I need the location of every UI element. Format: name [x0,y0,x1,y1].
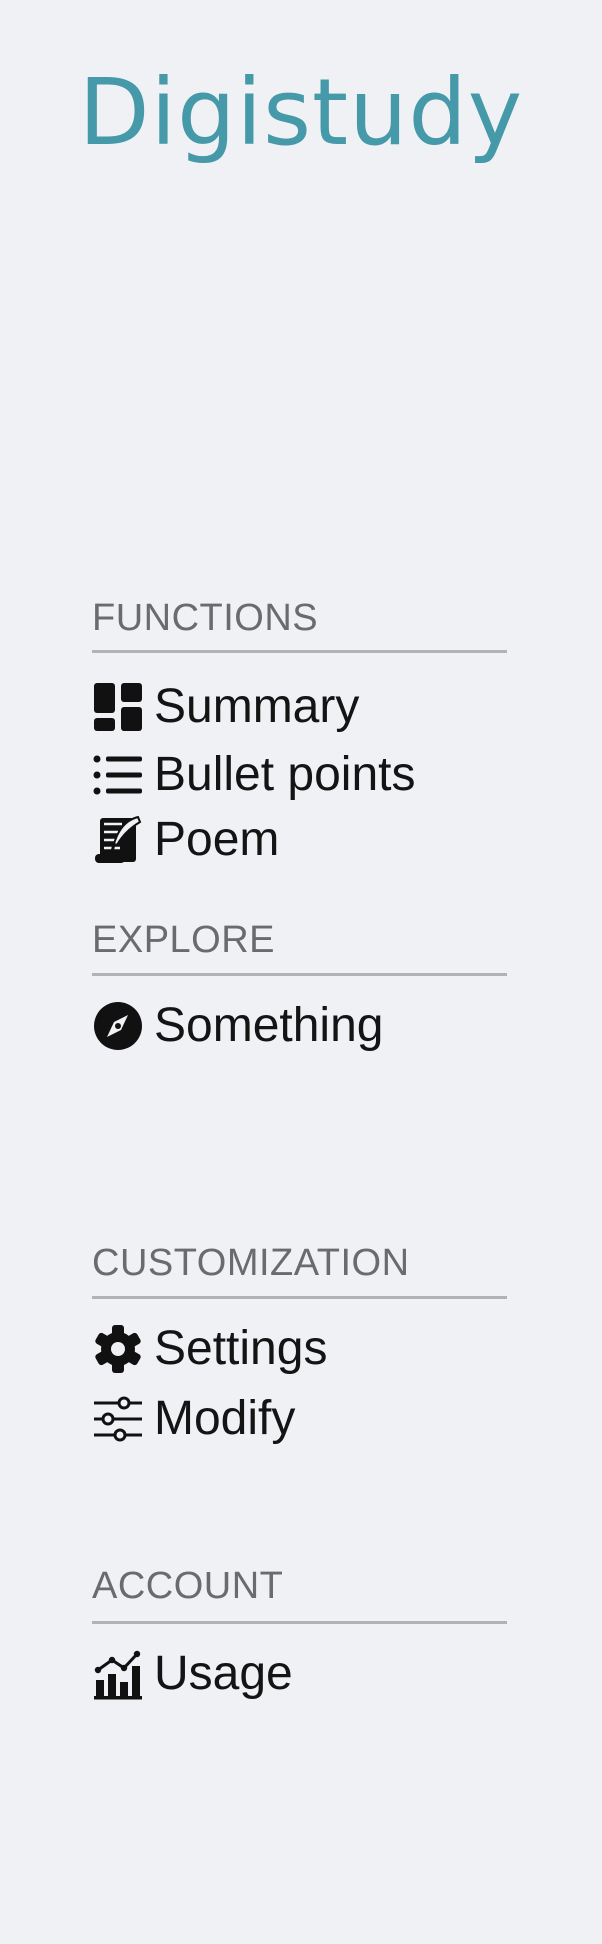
nav-item-label: Bullet points [154,748,416,801]
nav-item-label: Poem [154,813,280,866]
nav-item-something[interactable]: Something [92,994,383,1058]
nav-item-label: Usage [154,1647,293,1700]
scroll-quill-icon [92,814,144,866]
section-title-explore: EXPLORE [92,919,276,961]
nav-item-label: Settings [154,1322,328,1375]
nav-item-label: Modify [154,1392,296,1445]
compass-icon [92,1000,144,1052]
dashboard-icon [92,681,144,733]
nav-item-summary[interactable]: Summary [92,675,359,739]
nav-item-usage[interactable]: Usage [92,1642,293,1706]
nav-item-modify[interactable]: Modify [92,1387,295,1451]
nav-item-label: Summary [154,680,360,733]
chart-icon [92,1648,144,1700]
gear-icon [92,1323,144,1375]
section-title-customization: CUSTOMIZATION [92,1242,410,1284]
nav-item-bullet-points[interactable]: Bullet points [92,743,416,807]
nav-item-label: Something [154,999,384,1052]
section-divider-account [92,1621,507,1624]
section-title-functions: FUNCTIONS [92,597,319,639]
section-divider-customization [92,1296,507,1299]
section-divider-functions [92,650,507,653]
list-icon [92,749,144,801]
app-logo: Digistudy [78,59,524,166]
nav-item-poem[interactable]: Poem [92,808,279,872]
section-title-account: ACCOUNT [92,1565,284,1607]
section-divider-explore [92,973,507,976]
sliders-icon [92,1393,144,1445]
nav-item-settings[interactable]: Settings [92,1317,327,1381]
